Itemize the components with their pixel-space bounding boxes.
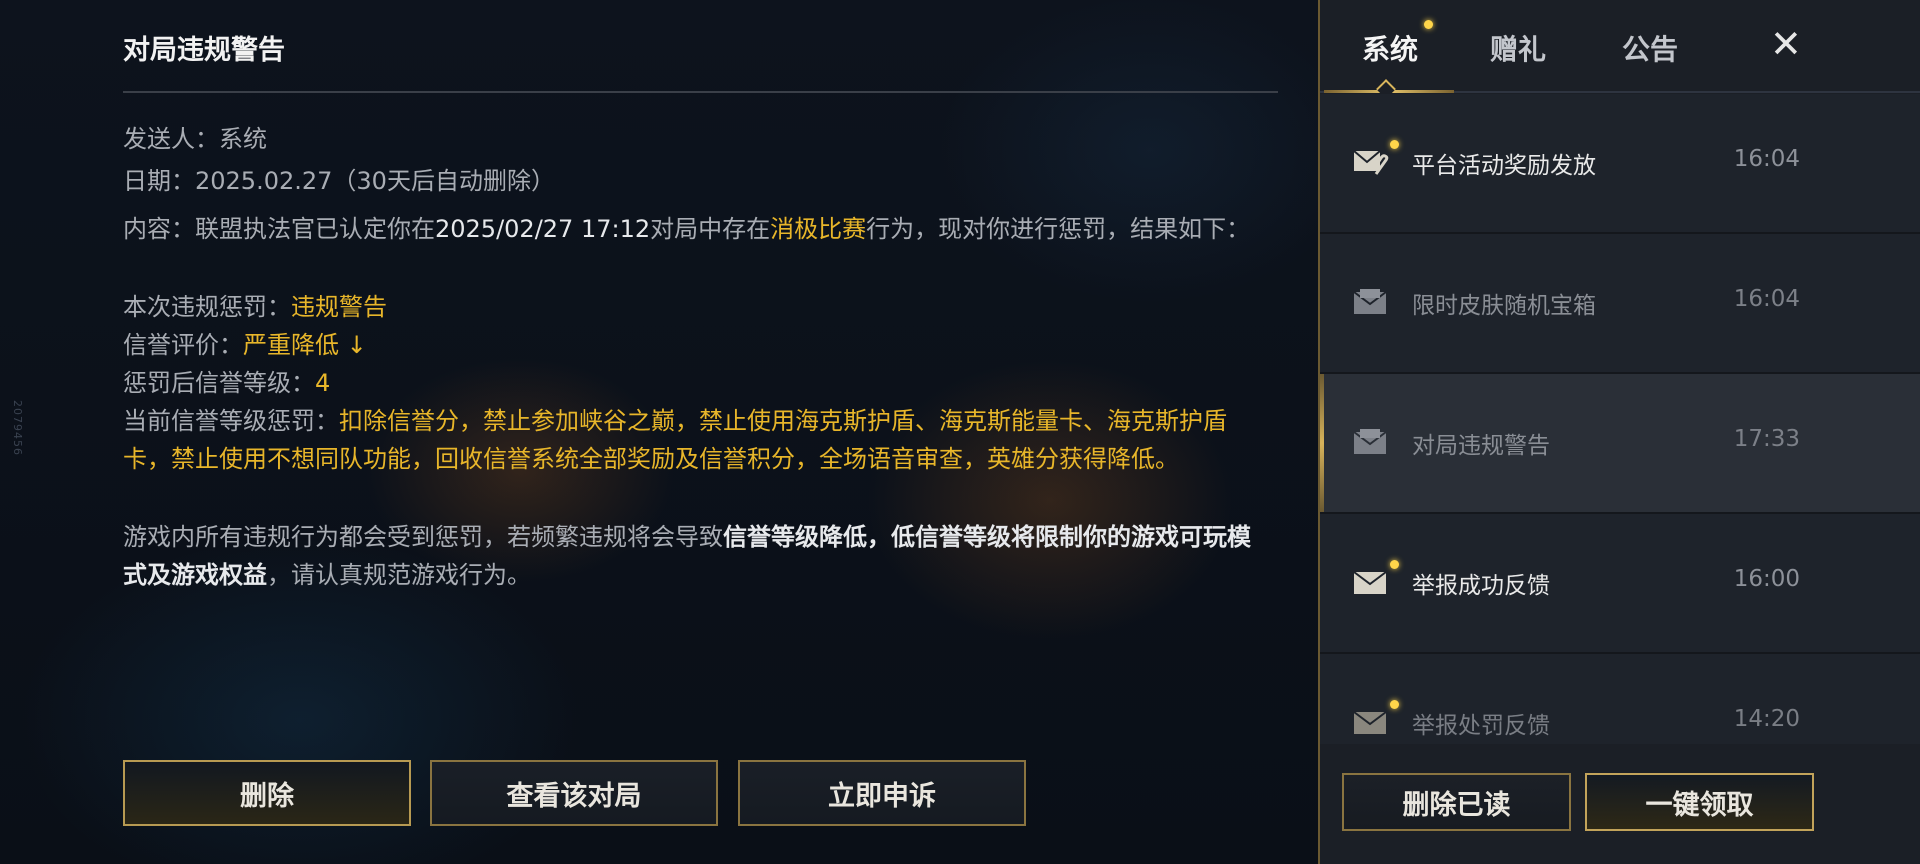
- unread-dot: [1390, 560, 1399, 569]
- intro-text-2: 对局中存在: [650, 215, 771, 243]
- tab-system-badge: [1424, 20, 1433, 29]
- mail-detail: 对局违规警告 发送人：系统 日期：2025.02.27（30天后自动删除） 内容…: [123, 0, 1278, 864]
- list-item-selected[interactable]: 对局违规警告 17:33: [1320, 374, 1920, 514]
- footer-text-2: ，请认真规范游戏行为。: [267, 561, 531, 589]
- view-match-button[interactable]: 查看该对局: [430, 760, 718, 826]
- close-icon[interactable]: ✕: [1770, 22, 1802, 66]
- penalty-label: 本次违规惩罚：: [123, 293, 291, 321]
- penalty-value: 违规警告: [291, 293, 387, 321]
- list-item[interactable]: 限时皮肤随机宝箱 16:04: [1320, 234, 1920, 374]
- message-time: 17:33: [1733, 426, 1800, 452]
- date-line: 日期：2025.02.27（30天后自动删除）: [123, 166, 555, 196]
- match-time: 2025/02/27 17:12: [435, 215, 651, 243]
- level-label: 惩罚后信誉等级：: [123, 369, 315, 397]
- mail-title: 对局违规警告: [123, 35, 285, 66]
- title-divider: [123, 91, 1278, 93]
- sender-line: 发送人：系统: [123, 124, 267, 154]
- unread-dot: [1390, 700, 1399, 709]
- unread-dot: [1390, 140, 1399, 149]
- mail-opened-icon: [1353, 429, 1387, 454]
- delete-read-button[interactable]: 删除已读: [1342, 773, 1571, 831]
- sender-value: 系统: [219, 125, 267, 153]
- claim-all-button[interactable]: 一键领取: [1585, 773, 1814, 831]
- mail-content: 内容：联盟执法官已认定你在2025/02/27 17:12对局中存在消极比赛行为…: [123, 210, 1253, 594]
- intro-text: 内容：联盟执法官已认定你在: [123, 215, 435, 243]
- message-title: 平台活动奖励发放: [1412, 153, 1596, 179]
- mail-list-panel: 系统 赠礼 公告 ✕ 平台活动奖励发放 16:04 限时皮肤随机宝箱 16:04…: [1318, 0, 1920, 864]
- tab-gift[interactable]: 赠礼: [1490, 28, 1546, 68]
- level-line: 惩罚后信誉等级：4: [123, 364, 1253, 402]
- mail-attachment-icon: [1353, 150, 1389, 175]
- message-title: 限时皮肤随机宝箱: [1412, 293, 1596, 319]
- date-label: 日期：: [123, 167, 195, 195]
- message-title: 举报成功反馈: [1412, 573, 1550, 599]
- credit-value: 严重降低 ↓: [243, 331, 367, 359]
- side-id-label: 2079456: [11, 400, 24, 456]
- penalty-line: 本次违规惩罚：违规警告: [123, 288, 1253, 326]
- footer-text: 游戏内所有违规行为都会受到惩罚，若频繁违规将会导致: [123, 523, 723, 551]
- mail-icon: [1353, 571, 1387, 594]
- footer-notice: 游戏内所有违规行为都会受到惩罚，若频繁违规将会导致信誉等级降低，低信誉等级将限制…: [123, 518, 1253, 594]
- mail-opened-icon: [1353, 289, 1387, 314]
- content-intro: 内容：联盟执法官已认定你在2025/02/27 17:12对局中存在消极比赛行为…: [123, 210, 1253, 248]
- intro-text-3: 行为，现对你进行惩罚，结果如下：: [866, 215, 1251, 243]
- message-time: 16:00: [1733, 566, 1800, 592]
- current-penalty-line: 当前信誉等级惩罚：扣除信誉分，禁止参加峡谷之巅，禁止使用海克斯护盾、海克斯能量卡…: [123, 402, 1253, 478]
- delete-button[interactable]: 删除: [123, 760, 411, 826]
- message-title: 对局违规警告: [1412, 433, 1550, 459]
- message-title: 举报处罚反馈: [1412, 713, 1550, 739]
- list-item[interactable]: 平台活动奖励发放 16:04: [1320, 94, 1920, 234]
- sender-label: 发送人：: [123, 125, 219, 153]
- appeal-button[interactable]: 立即申诉: [738, 760, 1026, 826]
- current-penalty-label: 当前信誉等级惩罚：: [123, 407, 339, 435]
- message-time: 16:04: [1733, 286, 1800, 312]
- tab-system[interactable]: 系统: [1362, 28, 1418, 68]
- credit-label: 信誉评价：: [123, 331, 243, 359]
- message-time: 16:04: [1733, 146, 1800, 172]
- violation-behavior: 消极比赛: [770, 215, 867, 243]
- mail-list: 平台活动奖励发放 16:04 限时皮肤随机宝箱 16:04 对局违规警告 17:…: [1320, 94, 1920, 744]
- mail-tabs: 系统 赠礼 公告 ✕: [1320, 0, 1920, 99]
- tab-announcement[interactable]: 公告: [1622, 28, 1678, 68]
- date-value: 2025.02.27（30天后自动删除）: [195, 167, 555, 195]
- credit-line: 信誉评价：严重降低 ↓: [123, 326, 1253, 364]
- list-item[interactable]: 举报处罚反馈 14:20: [1320, 654, 1920, 744]
- mail-icon: [1353, 711, 1387, 734]
- level-value: 4: [315, 369, 331, 397]
- list-item[interactable]: 举报成功反馈 16:00: [1320, 514, 1920, 654]
- message-time: 14:20: [1733, 706, 1800, 732]
